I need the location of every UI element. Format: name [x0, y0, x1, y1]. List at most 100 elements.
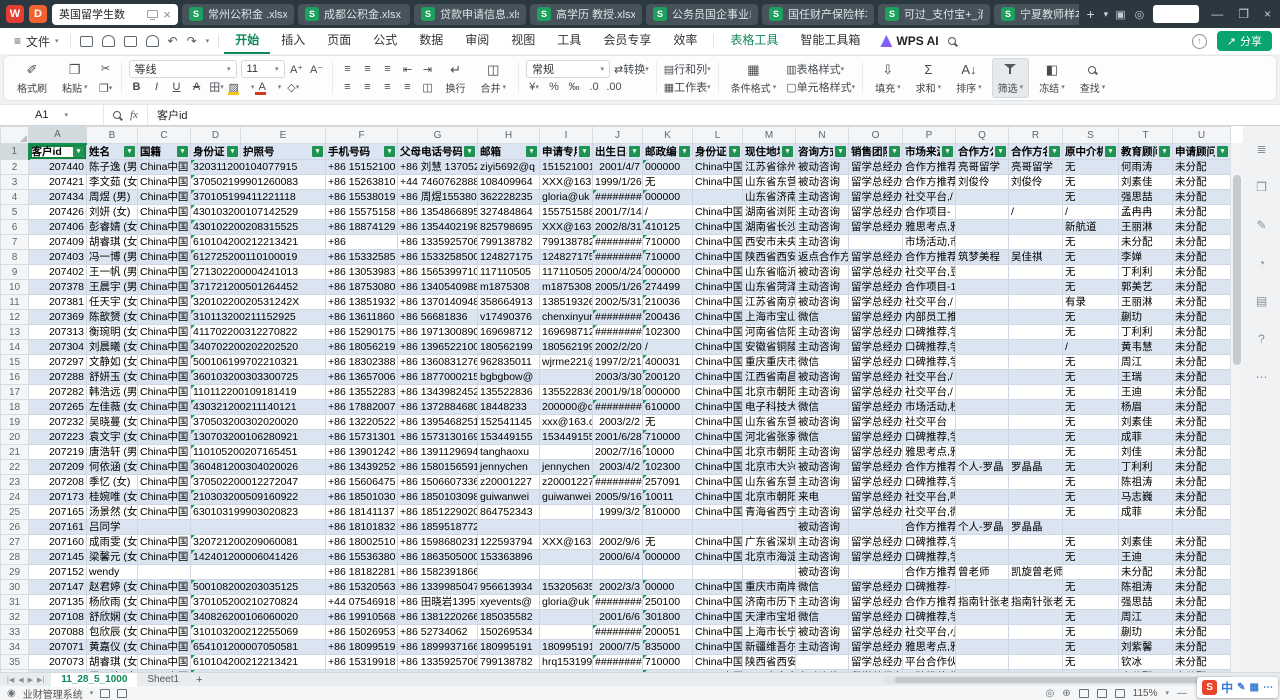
cell[interactable]: +86 1589841990 [398, 670, 478, 673]
cell[interactable] [540, 370, 593, 385]
cell[interactable]: China中国 [138, 430, 191, 445]
cell[interactable]: China中国 [693, 220, 743, 235]
cell[interactable]: China中国 [138, 415, 191, 430]
cell[interactable] [1063, 520, 1119, 535]
cell[interactable]: 王瑞 [1119, 370, 1173, 385]
cell[interactable]: 207071 [29, 640, 87, 655]
cell[interactable]: 微信 [796, 400, 849, 415]
cell[interactable]: 社交平台,/ [903, 370, 956, 385]
add-sheet-button[interactable]: + [189, 674, 209, 686]
cell[interactable]: 无 [1063, 265, 1119, 280]
cell[interactable]: 358664913 [478, 295, 540, 310]
cell[interactable]: 雅思考点,雅 [903, 220, 956, 235]
header-cell[interactable]: 出生日期▾ [593, 144, 643, 160]
cell[interactable]: 360481200304020026 [191, 460, 326, 475]
print-icon[interactable] [124, 36, 137, 47]
cell[interactable]: 留学总经办 [849, 250, 903, 265]
row-number[interactable]: 20 [1, 430, 29, 445]
cell[interactable]: 180995191 [478, 640, 540, 655]
cell[interactable]: 指南针张老 [956, 595, 1009, 610]
distribute-icon[interactable]: ◫ [420, 79, 436, 95]
cell[interactable]: 主动咨询 [796, 280, 849, 295]
cell[interactable]: China中国 [138, 385, 191, 400]
column-header-B[interactable]: B [87, 127, 138, 144]
system-menu[interactable]: 业财管理系统 [23, 686, 83, 700]
cell[interactable]: 山东省东营 [743, 175, 796, 190]
cell[interactable]: 207173 [29, 490, 87, 505]
cell[interactable]: 207434 [29, 190, 87, 205]
cell[interactable]: 被动咨询 [796, 295, 849, 310]
cell[interactable]: +86 13220522 [326, 415, 398, 430]
header-cell[interactable]: 申请顾问▾ [1173, 144, 1231, 160]
cell[interactable]: 未分配 [1173, 400, 1231, 415]
cell[interactable]: +86 13552283 [326, 385, 398, 400]
cell[interactable] [1009, 475, 1063, 490]
cell[interactable]: 合作方推荐 [903, 565, 956, 580]
menu-tab-3[interactable]: 公式 [362, 28, 408, 54]
cell[interactable] [1009, 355, 1063, 370]
font-size-select[interactable]: 11▾ [241, 60, 285, 78]
ime-mic-icon[interactable]: ✎ [1237, 682, 1245, 693]
cell[interactable]: 留学总经办 [849, 175, 903, 190]
cell[interactable]: 无 [1063, 235, 1119, 250]
header-cell[interactable]: 客户id▾ [29, 144, 87, 160]
cell[interactable] [1009, 655, 1063, 670]
header-cell[interactable]: 申请专用▾ [540, 144, 593, 160]
break-view-icon[interactable] [1115, 689, 1125, 698]
cell[interactable] [956, 205, 1009, 220]
cell[interactable]: 口碑推荐,学 [903, 670, 956, 673]
cell[interactable]: 无 [1063, 460, 1119, 475]
cell[interactable]: 留学总经办 [849, 460, 903, 475]
row-number[interactable]: 27 [1, 535, 29, 550]
cell[interactable]: / [1009, 205, 1063, 220]
cell[interactable]: 511302200208200025 [191, 670, 326, 673]
cell[interactable]: China中国 [138, 670, 191, 673]
cell[interactable]: 320721200209060081 [191, 535, 326, 550]
cell[interactable] [956, 220, 1009, 235]
cell[interactable]: China中国 [138, 310, 191, 325]
export-icon[interactable] [102, 35, 115, 47]
cell[interactable]: hrq153199 [540, 655, 593, 670]
header-cell[interactable]: 教育顾问▾ [1119, 144, 1173, 160]
filter-dropdown-icon[interactable]: ▾ [227, 146, 238, 157]
cell[interactable]: 留学总经办 [849, 265, 903, 280]
cell[interactable]: China中国 [693, 355, 743, 370]
row-number[interactable]: 33 [1, 625, 29, 640]
cell[interactable]: 2003/4/2 [593, 460, 643, 475]
cell[interactable]: 无 [1063, 355, 1119, 370]
header-cell[interactable]: 父母电话号码▾ [398, 144, 478, 160]
cell[interactable]: 电子科技大 [743, 400, 796, 415]
cell[interactable]: 王丽淋 [1119, 220, 1173, 235]
cell[interactable]: +86 18874129 [326, 220, 398, 235]
cell[interactable]: 207208 [29, 475, 87, 490]
column-header-O[interactable]: O [849, 127, 903, 144]
cell[interactable]: xxx@163.cc [540, 415, 593, 430]
menu-tab-5[interactable]: 审阅 [454, 28, 500, 54]
cell[interactable]: 合作方推荐 [903, 520, 956, 535]
row-number[interactable]: 10 [1, 280, 29, 295]
cell[interactable]: 207161 [29, 520, 87, 535]
cell[interactable]: ######### [593, 595, 643, 610]
cell[interactable]: 2000/6/4 [593, 550, 643, 565]
cell[interactable] [956, 580, 1009, 595]
cell[interactable]: 社交平台,豆 [903, 265, 956, 280]
close-tab-icon[interactable]: × [163, 8, 171, 21]
cell[interactable]: 无 [1063, 310, 1119, 325]
cell[interactable]: +86 18056219 [326, 340, 398, 355]
header-cell[interactable]: 护照号▾ [241, 144, 326, 160]
cell[interactable]: 周煜 (男) [87, 190, 138, 205]
cell[interactable] [956, 280, 1009, 295]
cell[interactable]: 无 [1063, 655, 1119, 670]
cell[interactable] [540, 610, 593, 625]
cell[interactable]: 山东省东营 [743, 475, 796, 490]
cell[interactable]: 2001/6/28 [593, 430, 643, 445]
cell[interactable] [1009, 190, 1063, 205]
cell[interactable]: 710000 [643, 235, 693, 250]
menu-tab-4[interactable]: 数据 [408, 28, 454, 54]
cell[interactable]: 207297 [29, 355, 87, 370]
row-number[interactable]: 15 [1, 355, 29, 370]
side-tool-icon-5[interactable]: ? [1258, 332, 1265, 346]
cell[interactable] [693, 520, 743, 535]
cell[interactable]: +86 周煜155380 [398, 190, 478, 205]
cell[interactable]: 未分配 [1173, 325, 1231, 340]
